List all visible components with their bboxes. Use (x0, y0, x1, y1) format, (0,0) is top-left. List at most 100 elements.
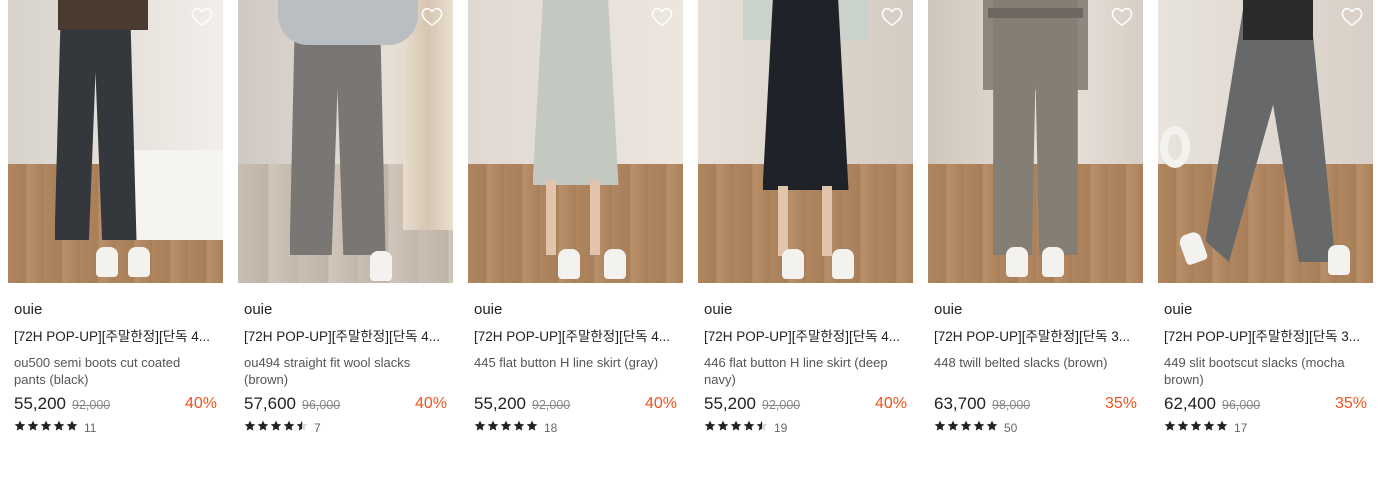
brand-name[interactable]: ouie (8, 300, 223, 320)
original-price: 92,000 (72, 398, 111, 412)
price-row: 55,200 92,000 40% (8, 392, 223, 416)
star-icon (934, 420, 946, 431)
product-card[interactable]: ouie [72H POP-UP][주말한정][단독 4... 446 flat… (698, 0, 913, 436)
product-name[interactable]: 449 slit bootscut slacks (mocha brown) (1158, 354, 1373, 388)
original-price: 96,000 (302, 398, 341, 412)
product-image[interactable] (8, 0, 223, 283)
brand-name[interactable]: ouie (928, 300, 1143, 320)
review-count: 17 (1234, 421, 1248, 435)
star-rating-icon (244, 419, 309, 437)
star-icon (487, 420, 499, 431)
review-count: 7 (314, 421, 321, 435)
rating: 7 (238, 420, 453, 436)
original-price: 92,000 (532, 398, 571, 412)
product-title[interactable]: [72H POP-UP][주말한정][단독 4... (698, 328, 913, 346)
star-icon (474, 420, 486, 431)
product-card[interactable]: ouie [72H POP-UP][주말한정][단독 4... ou500 se… (8, 0, 223, 436)
star-icon (1203, 420, 1215, 431)
product-title[interactable]: [72H POP-UP][주말한정][단독 3... (1158, 328, 1373, 346)
star-rating-icon (704, 419, 769, 437)
product-image[interactable] (238, 0, 453, 283)
price-row: 55,200 92,000 40% (468, 392, 683, 416)
price-row: 57,600 96,000 40% (238, 392, 453, 416)
product-card[interactable]: ouie [72H POP-UP][주말한정][단독 4... 445 flat… (468, 0, 683, 436)
heart-icon[interactable] (1341, 7, 1363, 27)
star-icon (257, 420, 269, 431)
heart-icon[interactable] (651, 7, 673, 27)
heart-icon[interactable] (191, 7, 213, 27)
product-image[interactable] (1158, 0, 1373, 283)
brand-name[interactable]: ouie (468, 300, 683, 320)
rating: 19 (698, 420, 913, 436)
star-rating-icon (474, 419, 539, 437)
product-name[interactable]: ou494 straight fit wool slacks (brown) (238, 354, 453, 388)
rating: 18 (468, 420, 683, 436)
star-icon (40, 420, 52, 431)
rating: 11 (8, 420, 223, 436)
product-card[interactable]: ouie [72H POP-UP][주말한정][단독 4... ou494 st… (238, 0, 453, 436)
discount-rate: 35% (1334, 395, 1367, 412)
price-row: 62,400 96,000 35% (1158, 392, 1373, 416)
price-row: 55,200 92,000 40% (698, 392, 913, 416)
product-name[interactable]: 448 twill belted slacks (brown) (928, 354, 1143, 388)
star-icon (730, 420, 742, 431)
original-price: 92,000 (762, 398, 801, 412)
star-icon (283, 420, 295, 431)
product-title[interactable]: [72H POP-UP][주말한정][단독 4... (8, 328, 223, 346)
star-icon (947, 420, 959, 431)
product-title[interactable]: [72H POP-UP][주말한정][단독 3... (928, 328, 1143, 346)
sale-price: 55,200 (474, 394, 526, 413)
star-icon (296, 420, 308, 431)
product-name[interactable]: 445 flat button H line skirt (gray) (468, 354, 683, 388)
original-price: 98,000 (992, 398, 1031, 412)
star-icon (960, 420, 972, 431)
star-icon (743, 420, 755, 431)
sale-price: 57,600 (244, 394, 296, 413)
star-icon (526, 420, 538, 431)
product-card[interactable]: ouie [72H POP-UP][주말한정][단독 3... 449 slit… (1158, 0, 1373, 436)
original-price: 96,000 (1222, 398, 1261, 412)
star-icon (1164, 420, 1176, 431)
star-icon (27, 420, 39, 431)
brand-name[interactable]: ouie (238, 300, 453, 320)
product-title[interactable]: [72H POP-UP][주말한정][단독 4... (468, 328, 683, 346)
heart-icon[interactable] (421, 7, 443, 27)
sale-price: 62,400 (1164, 394, 1216, 413)
review-count: 19 (774, 421, 788, 435)
star-icon (973, 420, 985, 431)
heart-icon[interactable] (1111, 7, 1133, 27)
star-icon (270, 420, 282, 431)
heart-icon[interactable] (881, 7, 903, 27)
star-rating-icon (934, 419, 999, 437)
product-title[interactable]: [72H POP-UP][주말한정][단독 4... (238, 328, 453, 346)
star-icon (986, 420, 998, 431)
brand-name[interactable]: ouie (1158, 300, 1373, 320)
product-card[interactable]: ouie [72H POP-UP][주말한정][단독 3... 448 twil… (928, 0, 1143, 436)
price-row: 63,700 98,000 35% (928, 392, 1143, 416)
product-image[interactable] (928, 0, 1143, 283)
star-icon (1177, 420, 1189, 431)
star-icon (704, 420, 716, 431)
sale-price: 63,700 (934, 394, 986, 413)
star-icon (1216, 420, 1228, 431)
star-icon (1190, 420, 1202, 431)
review-count: 18 (544, 421, 558, 435)
discount-rate: 40% (184, 395, 217, 412)
star-icon (756, 420, 768, 431)
brand-name[interactable]: ouie (698, 300, 913, 320)
product-name[interactable]: ou500 semi boots cut coated pants (black… (8, 354, 223, 388)
discount-rate: 35% (1104, 395, 1137, 412)
product-grid: ouie [72H POP-UP][주말한정][단독 4... ou500 se… (0, 0, 1387, 486)
review-count: 50 (1004, 421, 1018, 435)
sale-price: 55,200 (14, 394, 66, 413)
product-image[interactable] (468, 0, 683, 283)
product-name[interactable]: 446 flat button H line skirt (deep navy) (698, 354, 913, 388)
discount-rate: 40% (644, 395, 677, 412)
star-icon (513, 420, 525, 431)
discount-rate: 40% (874, 395, 907, 412)
star-icon (244, 420, 256, 431)
star-rating-icon (1164, 419, 1229, 437)
sale-price: 55,200 (704, 394, 756, 413)
review-count: 11 (84, 421, 97, 435)
product-image[interactable] (698, 0, 913, 283)
